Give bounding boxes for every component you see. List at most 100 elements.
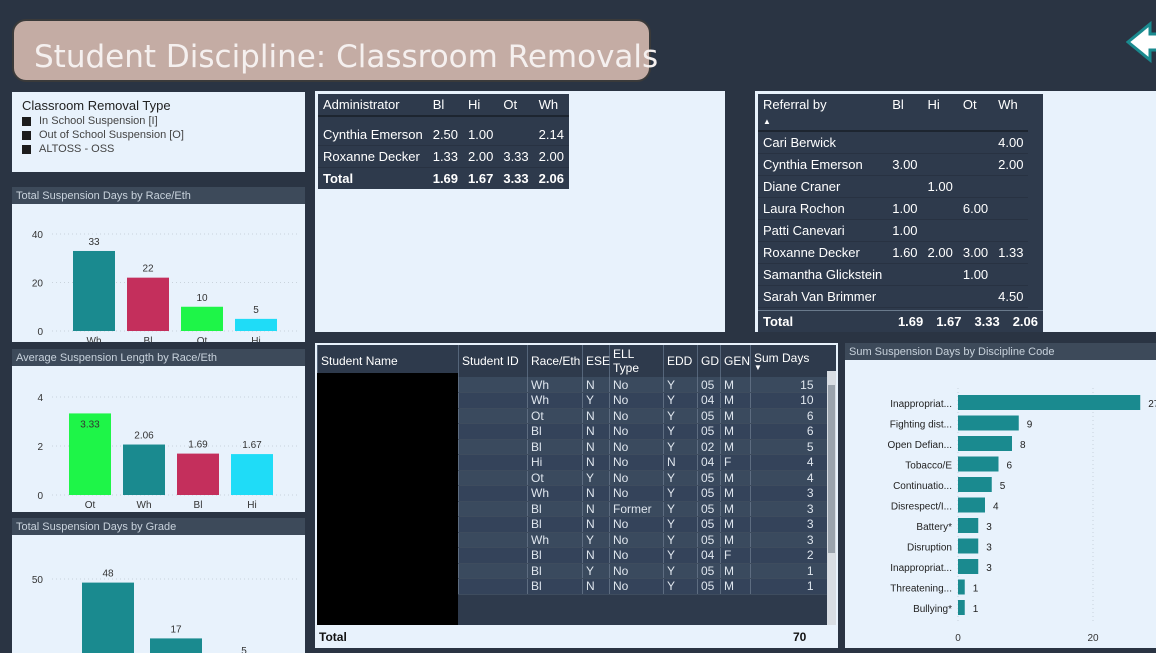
- data-label: 8: [1020, 440, 1026, 451]
- chart-title: Total Suspension Days by Grade: [12, 518, 305, 535]
- avg-length-chart: Average Suspension Length by Race/Eth 0 2…: [12, 349, 305, 512]
- admin-table[interactable]: Administrator Bl Hi Ot Wh Cynthia Emerso…: [318, 94, 569, 189]
- avg-length-plot[interactable]: 0 2 4 3.33 Ot 2.06 Wh 1.69 Bl 1.67 Hi: [12, 366, 305, 512]
- bar[interactable]: [958, 436, 1012, 451]
- data-label: 9: [1027, 420, 1033, 431]
- col-header[interactable]: Administrator: [318, 94, 428, 117]
- legend-item-oss[interactable]: Out of School Suspension [O]: [12, 127, 305, 141]
- col-header[interactable]: Bl: [427, 94, 464, 117]
- bar[interactable]: [958, 518, 979, 533]
- sort-asc-icon: ▲: [763, 117, 771, 126]
- bar[interactable]: [958, 415, 1019, 431]
- referral-table[interactable]: Referral by ▲ Bl Hi Ot Wh Cari Berwick 4.0…: [758, 94, 1029, 330]
- y-tick-label: Fighting dist...: [890, 420, 952, 431]
- scrollbar-thumb[interactable]: [828, 385, 835, 553]
- table-row[interactable]: Cynthia Emerson 3.00 2.00: [758, 153, 1029, 176]
- bar[interactable]: [123, 444, 165, 495]
- chart-title: Average Suspension Length by Race/Eth: [12, 349, 305, 366]
- race-days-chart: Total Suspension Days by Race/Eth 0 20 40 3…: [12, 187, 305, 342]
- legend-item-altoss[interactable]: ALTOSS - OSS: [12, 141, 305, 155]
- bar[interactable]: [958, 538, 979, 554]
- y-tick-label: 20: [32, 279, 44, 290]
- data-label: 17: [170, 624, 182, 635]
- bar[interactable]: [958, 559, 979, 574]
- discipline-code-plot[interactable]: 0 20 Inappropriat... 27 Fighting dist... 9 Ope…: [845, 360, 1156, 648]
- data-label: 48: [102, 569, 114, 580]
- bar[interactable]: [958, 395, 1141, 410]
- referral-table-scroll[interactable]: Referral by ▲ Bl Hi Ot Wh Cari Berwick 4.0…: [758, 94, 1043, 330]
- grade-plot[interactable]: 05048175: [12, 535, 305, 653]
- data-label: 1: [973, 604, 979, 615]
- legend-item-iss[interactable]: In School Suspension [I]: [12, 113, 305, 127]
- bar[interactable]: [958, 600, 965, 615]
- bar[interactable]: [235, 318, 277, 331]
- table-row[interactable]: Sarah Van Brimmer 4.50: [758, 285, 1029, 308]
- x-tick-label: Hi: [247, 500, 256, 511]
- col-header[interactable]: ELL Type: [609, 345, 664, 377]
- student-table-scroll[interactable]: Student Name Student ID Race/Eth ESE ELL…: [317, 345, 836, 625]
- bar[interactable]: [231, 454, 273, 495]
- bar[interactable]: [177, 453, 219, 495]
- legend-title: Classroom Removal Type: [22, 98, 171, 113]
- data-label: 22: [142, 264, 154, 275]
- bar[interactable]: [958, 477, 992, 492]
- col-header[interactable]: Wh: [533, 94, 569, 117]
- col-header[interactable]: Student ID: [458, 345, 528, 377]
- legend-swatch: [22, 130, 31, 140]
- bar[interactable]: [82, 582, 134, 653]
- data-label: 5: [253, 305, 259, 316]
- col-header[interactable]: Ot: [957, 94, 994, 132]
- table-row[interactable]: Laura Rochon 1.00 6.00: [758, 197, 1029, 220]
- data-label: 3: [986, 543, 992, 554]
- y-tick-label: Inappropriat...: [890, 399, 952, 410]
- col-header[interactable]: Bl: [887, 94, 923, 132]
- col-header[interactable]: GEN: [720, 345, 751, 377]
- table-row[interactable]: Roxanne Decker 1.33 2.00 3.33 2.00: [318, 145, 569, 168]
- table-row[interactable]: Roxanne Decker 1.60 2.00 3.00 1.33: [758, 241, 1029, 264]
- col-header[interactable]: EDD: [663, 345, 698, 377]
- table-row[interactable]: Cynthia Emerson 2.50 1.00 2.14: [318, 124, 569, 146]
- data-label: 6: [1007, 461, 1013, 472]
- col-header[interactable]: Race/Eth: [527, 345, 583, 377]
- col-header-sorted[interactable]: Sum Days ▼: [750, 345, 828, 377]
- col-header-sorted[interactable]: Referral by ▲: [758, 94, 888, 132]
- table-row[interactable]: Cari Berwick 4.00: [758, 131, 1029, 154]
- col-header[interactable]: Wh: [993, 94, 1029, 132]
- col-header[interactable]: Hi: [463, 94, 499, 117]
- col-header[interactable]: GD: [697, 345, 721, 377]
- table-row[interactable]: Diane Craner 1.00: [758, 175, 1029, 198]
- data-label: 10: [196, 293, 208, 304]
- removal-type-legend: Classroom Removal Type In School Suspens…: [12, 92, 305, 172]
- table-row[interactable]: Samantha Glickstein 1.00: [758, 263, 1029, 286]
- data-label: 3.33: [80, 419, 100, 430]
- bar[interactable]: [958, 579, 965, 595]
- sort-desc-icon: ▼: [754, 363, 762, 372]
- data-label: 4: [993, 502, 999, 513]
- col-header[interactable]: Ot: [498, 94, 534, 117]
- bar[interactable]: [181, 306, 223, 331]
- table-row[interactable]: Patti Canevari 1.00: [758, 219, 1029, 242]
- admin-panel: Administrator Bl Hi Ot Wh Cynthia Emerso…: [315, 91, 725, 332]
- back-arrow-icon[interactable]: [1126, 20, 1156, 64]
- discipline-code-chart: Sum Suspension Days by Discipline Code 0…: [845, 343, 1156, 648]
- bar[interactable]: [73, 250, 115, 331]
- bar[interactable]: [958, 497, 985, 513]
- y-tick-label: 40: [32, 230, 44, 241]
- x-tick-label: Hi: [251, 336, 260, 342]
- col-header[interactable]: ESE: [582, 345, 610, 377]
- bar[interactable]: [150, 638, 202, 653]
- data-label: 5: [1000, 481, 1006, 492]
- col-header[interactable]: Hi: [922, 94, 958, 132]
- race-days-plot[interactable]: 0 20 40 33 Wh 22 Bl 10 Ot 5 Hi: [12, 204, 305, 342]
- y-tick-label: Battery*: [916, 522, 952, 533]
- y-tick-label: Open Defian...: [888, 440, 952, 451]
- bar[interactable]: [127, 277, 169, 331]
- bar[interactable]: [958, 456, 999, 472]
- data-label: 1.69: [188, 440, 208, 451]
- data-label: 5: [241, 646, 247, 653]
- scrollbar[interactable]: [827, 371, 836, 625]
- y-tick-label: Threatening...: [890, 584, 952, 595]
- data-label: 27: [1148, 399, 1156, 410]
- y-tick-label: 50: [32, 575, 44, 586]
- total-label: Total: [319, 630, 347, 644]
